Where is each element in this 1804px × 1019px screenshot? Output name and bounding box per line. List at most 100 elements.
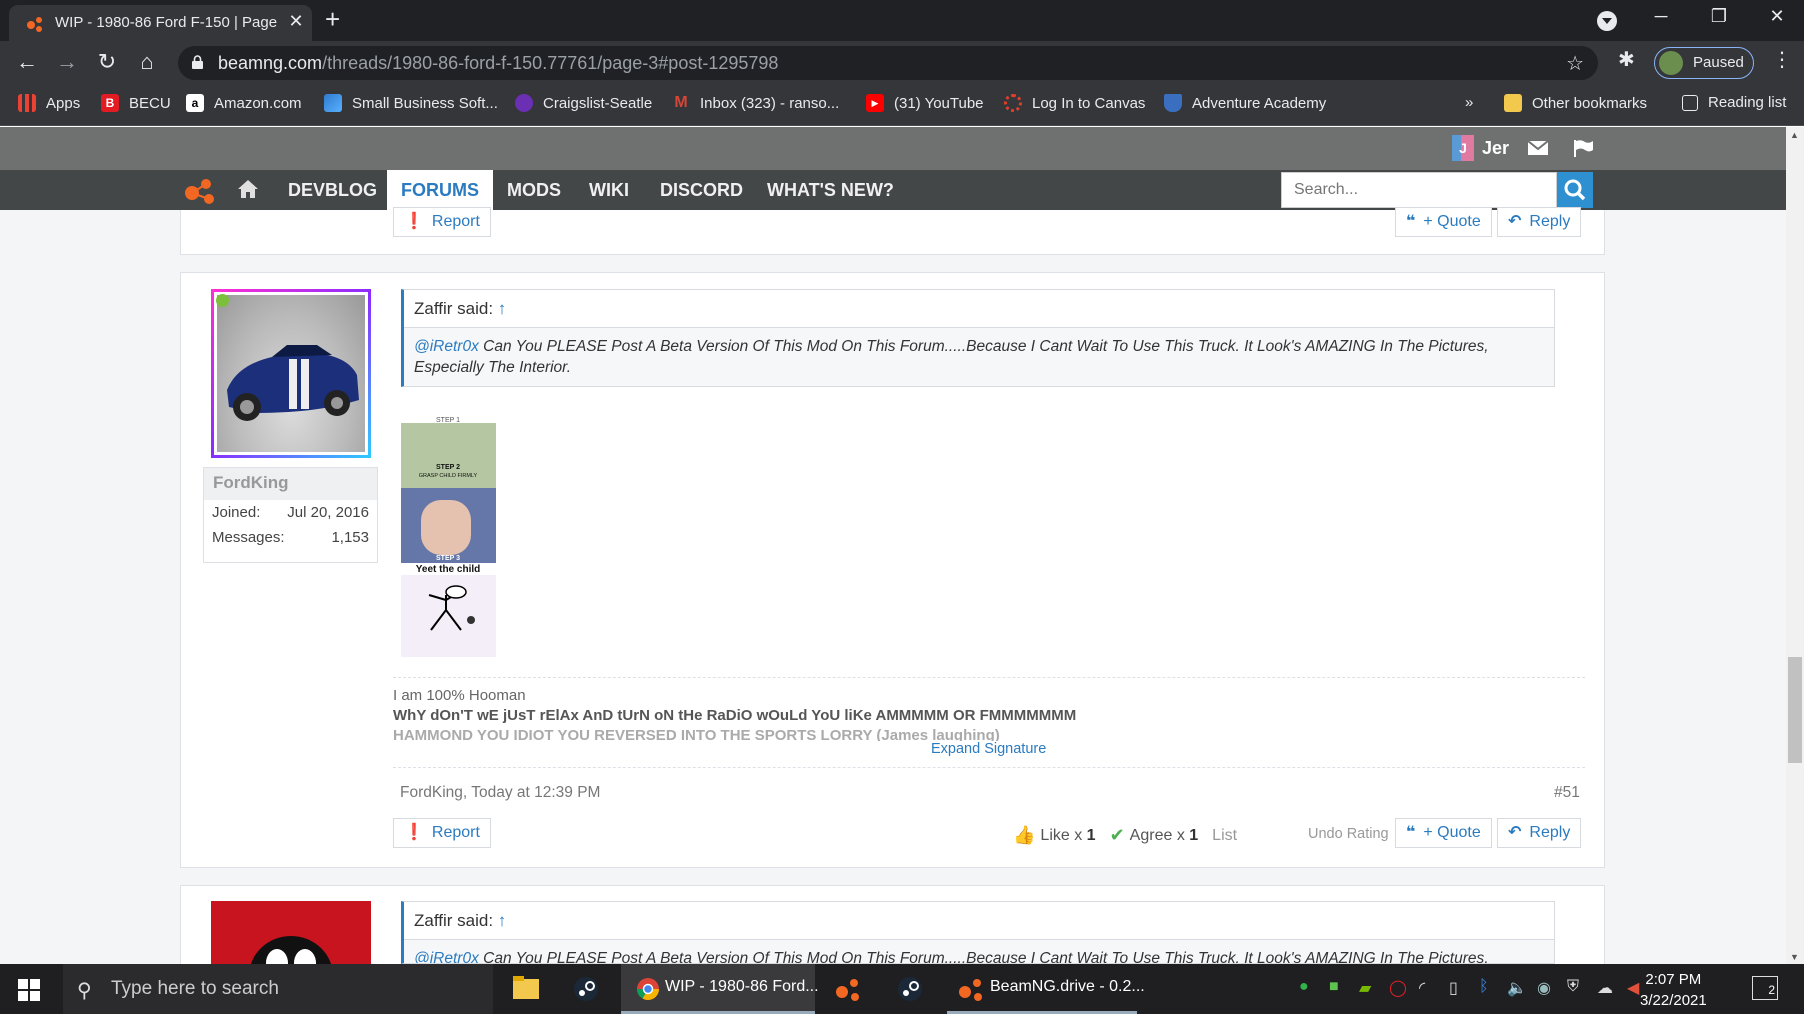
- volume-icon[interactable]: 🔈: [1507, 978, 1527, 998]
- site-search-input[interactable]: [1282, 173, 1556, 207]
- forward-icon[interactable]: →: [52, 49, 82, 75]
- quote-button[interactable]: ❝ + Quote: [1395, 818, 1492, 848]
- tab-close-icon[interactable]: ✕: [285, 11, 307, 32]
- scroll-down-arrow-icon[interactable]: ▼: [1790, 952, 1799, 962]
- maximize-button[interactable]: ❐: [1699, 6, 1739, 27]
- profile-status: Paused: [1693, 54, 1744, 71]
- ratings-list-link[interactable]: List: [1212, 827, 1237, 845]
- windows-start-icon[interactable]: [18, 979, 40, 1001]
- youtube-icon: ▶: [866, 94, 884, 112]
- home-icon[interactable]: ⌂: [132, 49, 162, 75]
- agree-icon: ✔: [1109, 825, 1125, 845]
- bookmark-amazon[interactable]: a Amazon.com: [186, 94, 302, 112]
- bookmark-canvas[interactable]: Log In to Canvas: [1004, 94, 1145, 112]
- security-shield-icon[interactable]: ⛨: [1567, 978, 1579, 996]
- next-post-author-avatar[interactable]: [211, 901, 371, 971]
- post-ratings: 👍 Like x 1 ✔ Agree x 1 List: [1013, 825, 1238, 845]
- beamng-logo-icon[interactable]: [184, 177, 216, 205]
- next-quote-body: @iRetr0x Can You PLEASE Post A Beta Vers…: [404, 940, 1554, 963]
- user-menu[interactable]: J Jer: [1452, 135, 1509, 161]
- nav-forums[interactable]: FORUMS: [387, 170, 493, 211]
- beamng-launcher-app[interactable]: [825, 964, 871, 1014]
- meme-step2: STEP 2: [436, 464, 460, 471]
- report-button[interactable]: ❗ Report: [393, 818, 491, 848]
- scrollbar-thumb[interactable]: [1788, 657, 1802, 763]
- expand-signature-link[interactable]: Expand Signature: [931, 741, 1046, 757]
- reply-button[interactable]: ↶ Reply: [1497, 818, 1582, 848]
- minimize-button[interactable]: ─: [1641, 6, 1681, 27]
- nav-whats-new[interactable]: WHAT'S NEW?: [767, 170, 894, 210]
- post-author-avatar[interactable]: [211, 289, 371, 458]
- onedrive-cloud-icon[interactable]: ☁: [1597, 978, 1613, 998]
- reload-icon[interactable]: ↻: [92, 49, 122, 75]
- post-author-info: FordKing Joined: Jul 20, 2016 Messages: 1,…: [203, 467, 378, 563]
- other-bookmarks[interactable]: Other bookmarks: [1504, 94, 1647, 112]
- prev-quote-button[interactable]: ❝ + Quote: [1395, 207, 1492, 237]
- browser-tab-active[interactable]: WIP - 1980-86 Ford F-150 | Page ✕: [9, 5, 312, 41]
- next-user-mention-link[interactable]: @iRetr0x: [414, 950, 479, 963]
- site-search[interactable]: [1281, 172, 1557, 208]
- bluetooth-icon[interactable]: ᛒ: [1479, 978, 1489, 996]
- page-scrollbar[interactable]: ▲ ▼: [1786, 127, 1804, 964]
- back-icon[interactable]: ←: [12, 49, 42, 75]
- prev-reply-button[interactable]: ↶ Reply: [1497, 207, 1582, 237]
- software-icon: [324, 94, 342, 112]
- taskbar-search[interactable]: ⚲ Type here to search: [63, 964, 493, 1014]
- tray-green-circle-icon[interactable]: ●: [1299, 978, 1309, 996]
- scroll-up-arrow-icon[interactable]: ▲: [1790, 130, 1799, 140]
- next-quote-jump-arrow-icon[interactable]: ↑: [498, 911, 507, 930]
- lock-icon: [192, 55, 203, 69]
- nav-mods[interactable]: MODS: [507, 170, 561, 210]
- beamng-drive-app[interactable]: BeamNG.drive - 0.2...: [947, 964, 1145, 1014]
- prev-report-button[interactable]: ❗ Report: [393, 207, 491, 237]
- wifi-icon[interactable]: ◜: [1419, 978, 1425, 998]
- address-bar[interactable]: beamng.com/threads/1980-86-ford-f-150.77…: [178, 46, 1598, 80]
- new-tab-button[interactable]: +: [325, 4, 340, 35]
- steam-app-2[interactable]: [887, 964, 933, 1014]
- undo-rating-link[interactable]: Undo Rating: [1308, 826, 1389, 842]
- file-explorer-app[interactable]: [503, 964, 549, 1014]
- muted-speaker-icon[interactable]: ◀: [1627, 978, 1639, 998]
- bookmark-apps[interactable]: Apps: [18, 94, 80, 112]
- close-window-button[interactable]: ✕: [1757, 6, 1797, 27]
- reading-list[interactable]: Reading list: [1682, 94, 1786, 111]
- user-mention-link[interactable]: @iRetr0x: [414, 338, 479, 355]
- quote-jump-arrow-icon[interactable]: ↑: [498, 299, 507, 318]
- post-number[interactable]: #51: [1554, 784, 1580, 802]
- battery-icon[interactable]: ▯: [1449, 978, 1458, 998]
- home-nav-icon[interactable]: [237, 179, 259, 199]
- windows-taskbar: ⚲ Type here to search WIP - 1980-86 Ford…: [0, 964, 1804, 1014]
- post-author-name[interactable]: FordKing: [204, 468, 377, 500]
- bookmark-adventure-academy[interactable]: Adventure Academy: [1164, 94, 1326, 112]
- nav-discord[interactable]: DISCORD: [660, 170, 743, 210]
- taskbar-clock[interactable]: 2:07 PM 3/22/2021: [1640, 969, 1707, 1011]
- extensions-puzzle-icon[interactable]: ✱: [1618, 47, 1635, 72]
- post-meta[interactable]: FordKing, Today at 12:39 PM: [400, 784, 600, 802]
- bookmark-craigslist[interactable]: Craigslist-Seatle: [515, 94, 652, 112]
- nav-wiki[interactable]: WIKI: [589, 170, 629, 210]
- browser-menu-icon[interactable]: ⋮: [1772, 47, 1792, 72]
- bookmark-star-icon[interactable]: ☆: [1566, 51, 1584, 76]
- site-search-button[interactable]: [1557, 172, 1593, 208]
- steam-tray-icon[interactable]: ◉: [1537, 978, 1551, 998]
- bookmark-gmail[interactable]: M Inbox (323) - ranso...: [672, 94, 839, 112]
- adventure-academy-icon: [1164, 94, 1182, 112]
- opera-icon[interactable]: ◯: [1389, 978, 1407, 998]
- bookmarks-overflow-icon[interactable]: »: [1465, 94, 1473, 111]
- site-nav-bar: DEVBLOG FORUMS MODS WIKI DISCORD WHAT'S …: [0, 170, 1786, 211]
- chrome-icon: [637, 978, 659, 1000]
- steam-app[interactable]: [563, 964, 609, 1014]
- nav-devblog[interactable]: DEVBLOG: [288, 170, 377, 210]
- tray-shield-check-icon[interactable]: ■: [1329, 978, 1339, 996]
- bookmark-small-business[interactable]: Small Business Soft...: [324, 94, 498, 112]
- meta-divider: [393, 767, 1585, 768]
- bookmark-becu[interactable]: B BECU: [101, 94, 171, 112]
- inbox-envelope-icon[interactable]: [1527, 139, 1549, 157]
- chrome-taskbar-app[interactable]: WIP - 1980-86 Ford...: [621, 964, 819, 1014]
- profile-button[interactable]: Paused: [1654, 47, 1754, 79]
- nvidia-icon[interactable]: ▰: [1359, 978, 1371, 998]
- tab-search-icon[interactable]: [1597, 11, 1617, 31]
- notifications-icon[interactable]: 2: [1752, 976, 1778, 1000]
- bookmark-youtube[interactable]: ▶ (31) YouTube: [866, 94, 984, 112]
- alerts-flag-icon[interactable]: [1572, 139, 1594, 157]
